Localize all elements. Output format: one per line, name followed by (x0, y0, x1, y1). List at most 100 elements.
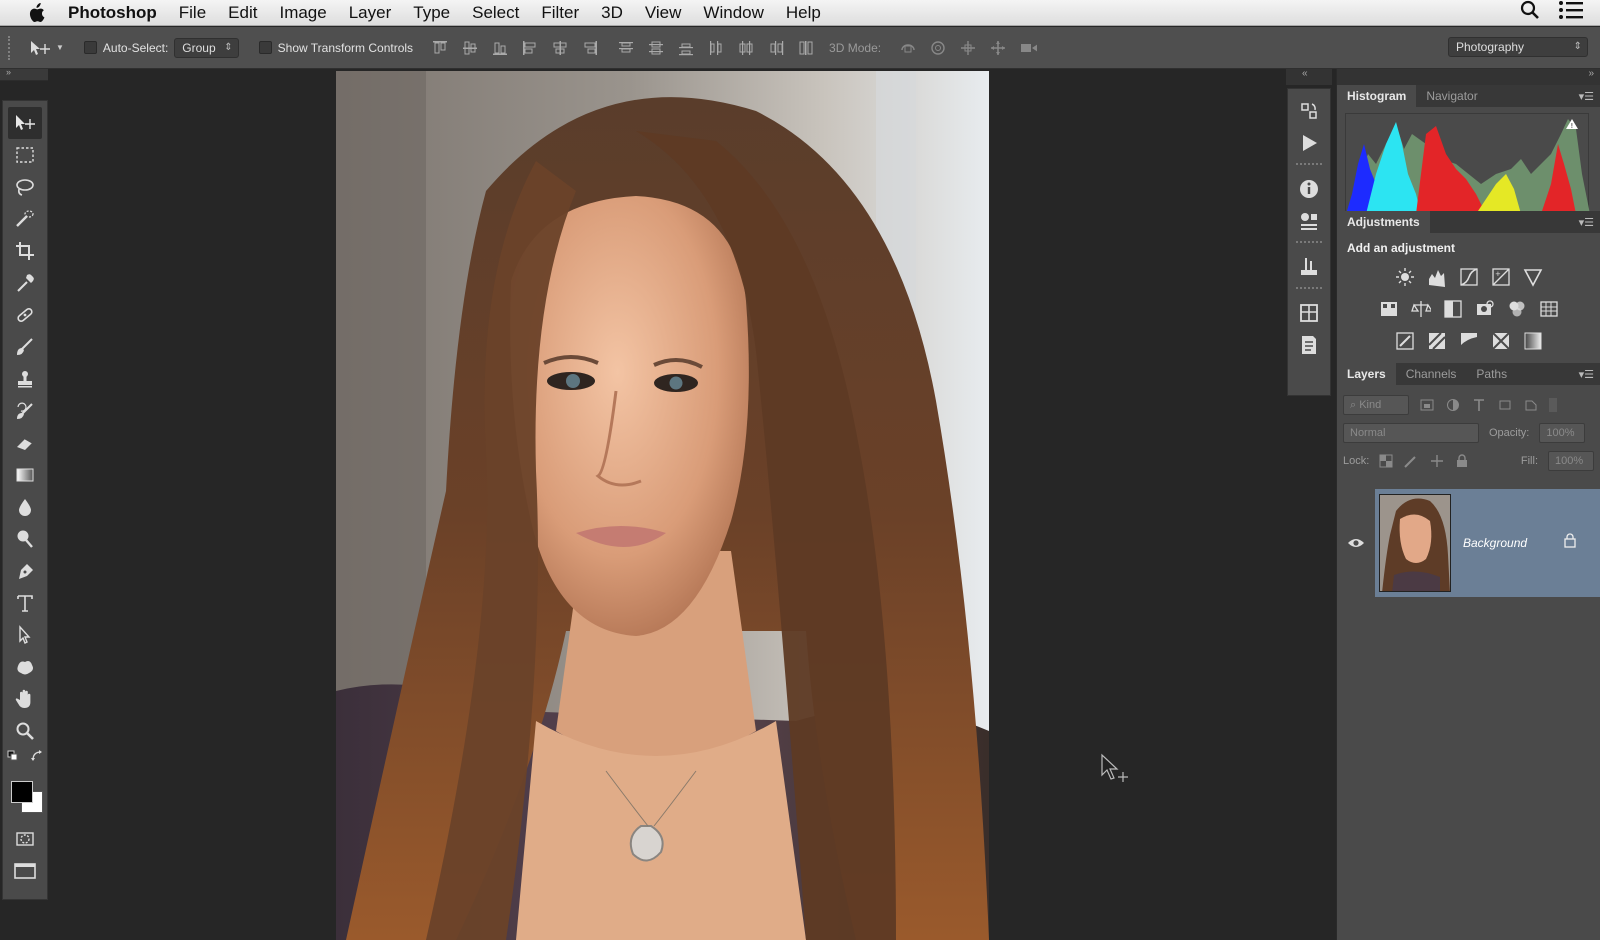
actions-panel-button[interactable] (1294, 127, 1324, 159)
dock-group-grip-3[interactable] (1296, 287, 1322, 291)
lasso-tool[interactable] (8, 171, 42, 203)
crop-tool[interactable] (8, 235, 42, 267)
distribute-vcenter-icon[interactable] (647, 39, 665, 57)
default-colors-icon[interactable] (7, 749, 19, 767)
tab-adjustments[interactable]: Adjustments (1337, 211, 1430, 233)
photo-filter-icon[interactable] (1475, 299, 1495, 319)
info-panel-button[interactable] (1294, 173, 1324, 205)
3d-scale-icon[interactable] (1019, 39, 1038, 57)
3d-pan-icon[interactable] (959, 39, 977, 57)
collapse-arrows-icon[interactable]: » (6, 67, 11, 77)
panel-menu-icon[interactable]: ▾☰ (1579, 216, 1594, 229)
foreground-color-swatch[interactable] (11, 781, 33, 803)
gradient-map-icon[interactable] (1523, 331, 1543, 351)
auto-select-dropdown[interactable]: Group (174, 37, 239, 58)
menu-window[interactable]: Window (692, 0, 774, 26)
color-swatches[interactable] (5, 777, 45, 817)
document-canvas[interactable] (48, 69, 1288, 940)
channel-mixer-icon[interactable] (1507, 299, 1527, 319)
panel-menu-icon[interactable]: ▾☰ (1579, 368, 1594, 381)
lock-image-pixels-icon[interactable] (1403, 454, 1419, 468)
tools-panel-header[interactable]: » (0, 67, 48, 81)
lock-all-icon[interactable] (1455, 454, 1469, 468)
tab-channels[interactable]: Channels (1396, 363, 1467, 385)
type-layer-filter-icon[interactable] (1471, 398, 1487, 412)
tool-preset-picker[interactable]: ▼ (28, 39, 64, 57)
type-tool[interactable] (8, 587, 42, 619)
distribute-left-icon[interactable] (707, 39, 725, 57)
distribute-top-icon[interactable] (617, 39, 635, 57)
portrait-photo[interactable] (336, 71, 989, 940)
color-balance-icon[interactable] (1410, 299, 1431, 319)
menu-filter[interactable]: Filter (530, 0, 590, 26)
smart-object-filter-icon[interactable] (1523, 398, 1539, 412)
align-left-edges-icon[interactable] (521, 39, 539, 57)
screen-mode-button[interactable] (8, 855, 42, 887)
move-tool[interactable] (8, 107, 42, 139)
spotlight-search-icon[interactable] (1520, 0, 1540, 25)
eraser-tool[interactable] (8, 427, 42, 459)
tab-histogram[interactable]: Histogram (1337, 85, 1417, 107)
adjustment-layer-filter-icon[interactable] (1445, 398, 1461, 412)
tab-paths[interactable]: Paths (1466, 363, 1517, 385)
gradient-tool[interactable] (8, 459, 42, 491)
levels-icon[interactable] (1427, 267, 1447, 287)
eyedropper-tool[interactable] (8, 267, 42, 299)
curves-icon[interactable] (1459, 267, 1479, 287)
auto-select-option[interactable]: Auto-Select: Group (83, 37, 239, 58)
brush-presets-panel-button[interactable] (1294, 251, 1324, 283)
distribute-hcenter-icon[interactable] (737, 39, 755, 57)
align-horizontal-centers-icon[interactable] (551, 39, 569, 57)
zoom-tool[interactable] (8, 715, 42, 747)
hue-saturation-icon[interactable] (1379, 299, 1399, 319)
align-right-edges-icon[interactable] (581, 39, 599, 57)
dock-group-grip-2[interactable] (1296, 241, 1322, 245)
brush-tool[interactable] (8, 331, 42, 363)
menu-3d[interactable]: 3D (590, 0, 634, 26)
blur-tool[interactable] (8, 491, 42, 523)
menu-app-name[interactable]: Photoshop (68, 0, 168, 26)
layer-body[interactable]: Background (1375, 489, 1600, 597)
align-vertical-centers-icon[interactable] (461, 39, 479, 57)
layer-thumbnail[interactable] (1379, 494, 1451, 592)
tab-layers[interactable]: Layers (1337, 363, 1396, 385)
align-bottom-edges-icon[interactable] (491, 39, 509, 57)
selective-color-icon[interactable] (1491, 331, 1511, 351)
path-selection-tool[interactable] (8, 619, 42, 651)
black-white-icon[interactable] (1443, 299, 1463, 319)
show-transform-checkbox[interactable] (258, 41, 272, 54)
apple-icon[interactable] (22, 2, 50, 23)
healing-brush-tool[interactable] (8, 299, 42, 331)
shape-layer-filter-icon[interactable] (1497, 398, 1513, 412)
layer-comps-panel-button[interactable] (1294, 297, 1324, 329)
menu-edit[interactable]: Edit (217, 0, 268, 26)
menu-view[interactable]: View (634, 0, 693, 26)
show-transform-option[interactable]: Show Transform Controls (258, 41, 413, 55)
menu-image[interactable]: Image (268, 0, 337, 26)
dock-header[interactable]: « (1286, 68, 1332, 85)
layer-visibility-eye-icon[interactable] (1337, 537, 1375, 549)
dodge-tool[interactable] (8, 523, 42, 555)
history-panel-button[interactable] (1294, 95, 1324, 127)
workspace-switcher[interactable]: Photography (1448, 37, 1588, 57)
vibrance-icon[interactable] (1523, 267, 1543, 287)
collapse-panels-icon[interactable]: » (1588, 68, 1594, 79)
tab-navigator[interactable]: Navigator (1416, 85, 1487, 107)
3d-roll-icon[interactable] (929, 39, 947, 57)
expand-panels-icon[interactable]: « (1302, 68, 1308, 79)
custom-shape-tool[interactable] (8, 651, 42, 683)
lock-transparent-pixels-icon[interactable] (1379, 454, 1393, 468)
quick-selection-tool[interactable] (8, 203, 42, 235)
hand-tool[interactable] (8, 683, 42, 715)
dock-group-grip[interactable] (1296, 163, 1322, 167)
invert-icon[interactable] (1395, 331, 1415, 351)
layer-lock-icon[interactable] (1564, 533, 1576, 553)
filter-toggle-icon[interactable] (1549, 398, 1557, 412)
properties-panel-button[interactable] (1294, 205, 1324, 237)
menu-type[interactable]: Type (402, 0, 461, 26)
fill-field[interactable]: 100% (1548, 451, 1594, 471)
distribute-bottom-icon[interactable] (677, 39, 695, 57)
notes-panel-button[interactable] (1294, 329, 1324, 361)
3d-slide-icon[interactable] (989, 39, 1007, 57)
marquee-tool[interactable] (8, 139, 42, 171)
